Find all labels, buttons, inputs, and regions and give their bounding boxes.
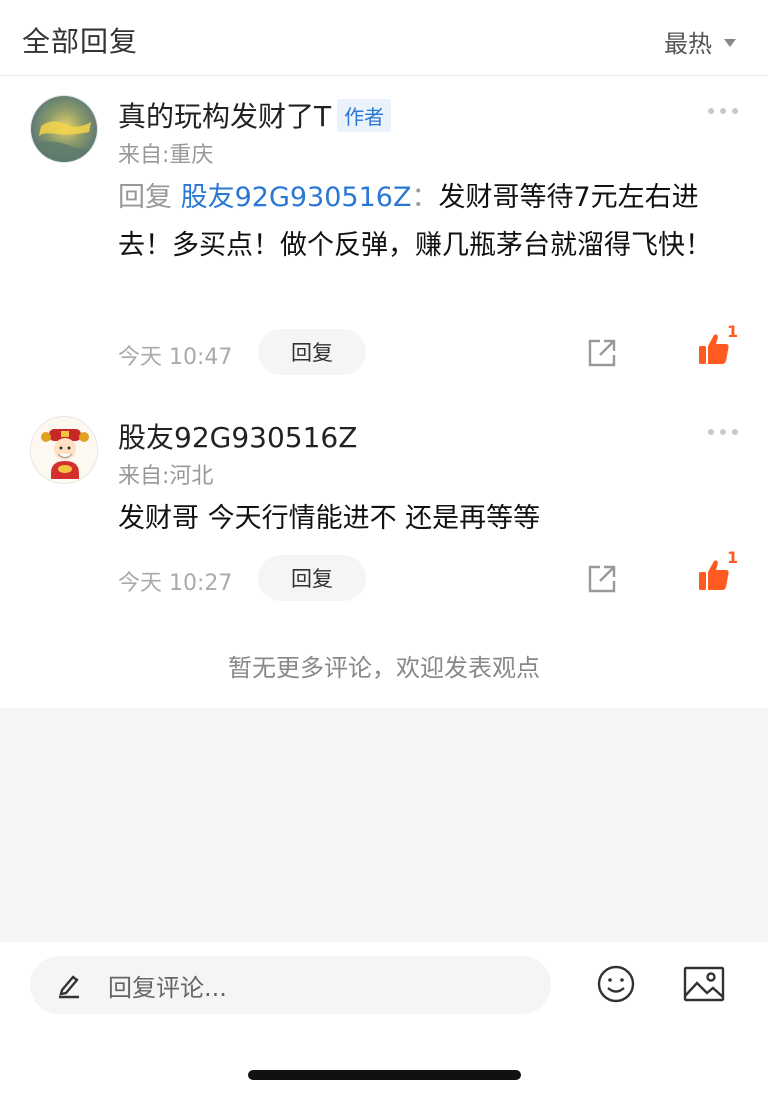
- share-icon[interactable]: [586, 337, 618, 369]
- reply-button[interactable]: 回复: [258, 329, 366, 375]
- chevron-down-icon: [724, 38, 736, 47]
- comment-username[interactable]: 股友92G930516Z: [118, 416, 357, 456]
- sort-label: 最热: [664, 30, 712, 58]
- image-icon[interactable]: [683, 966, 725, 1002]
- reply-prefix: 回复: [118, 182, 172, 213]
- comment-text: 回复 股友92G930516Z：发财哥等待7元左右进去！多买点！做个反弹，赚几瓶…: [118, 174, 738, 270]
- emoji-icon[interactable]: [596, 964, 636, 1004]
- reply-colon: ：: [411, 182, 439, 213]
- avatar[interactable]: [30, 95, 98, 163]
- comment-time: 今天 10:27: [118, 571, 233, 596]
- bottom-bar: 回复评论...: [0, 942, 768, 1097]
- avatar[interactable]: [30, 416, 98, 484]
- comment-text: 发财哥 今天行情能进不 还是再等等: [118, 503, 541, 534]
- more-dots-icon[interactable]: [708, 108, 738, 114]
- page-title: 全部回复: [22, 25, 139, 58]
- sort-dropdown[interactable]: 最热: [664, 24, 736, 59]
- author-badge: 作者: [337, 98, 392, 132]
- comment-username[interactable]: 真的玩构发财了T 作者: [118, 95, 392, 135]
- like-count: 1: [727, 548, 739, 567]
- like-count: 1: [727, 322, 739, 341]
- comment-location: 来自:河北: [118, 464, 214, 489]
- comment-time: 今天 10:47: [118, 345, 233, 370]
- username-text: 真的玩构发财了T: [118, 100, 332, 133]
- comment-location: 来自:重庆: [118, 143, 214, 168]
- home-indicator: [248, 1070, 521, 1080]
- header: 全部回复 最热: [0, 0, 768, 76]
- empty-area: [0, 708, 768, 942]
- share-icon[interactable]: [586, 563, 618, 595]
- reply-button[interactable]: 回复: [258, 555, 366, 601]
- pencil-icon: [59, 975, 79, 999]
- reply-input-placeholder: 回复评论...: [108, 973, 227, 1002]
- no-more-comments: 暂无更多评论，欢迎发表观点: [228, 654, 540, 682]
- reply-target-link[interactable]: 股友92G930516Z: [181, 182, 412, 213]
- username-text: 股友92G930516Z: [118, 421, 358, 454]
- more-dots-icon[interactable]: [708, 429, 738, 435]
- reply-input[interactable]: 回复评论...: [30, 956, 551, 1014]
